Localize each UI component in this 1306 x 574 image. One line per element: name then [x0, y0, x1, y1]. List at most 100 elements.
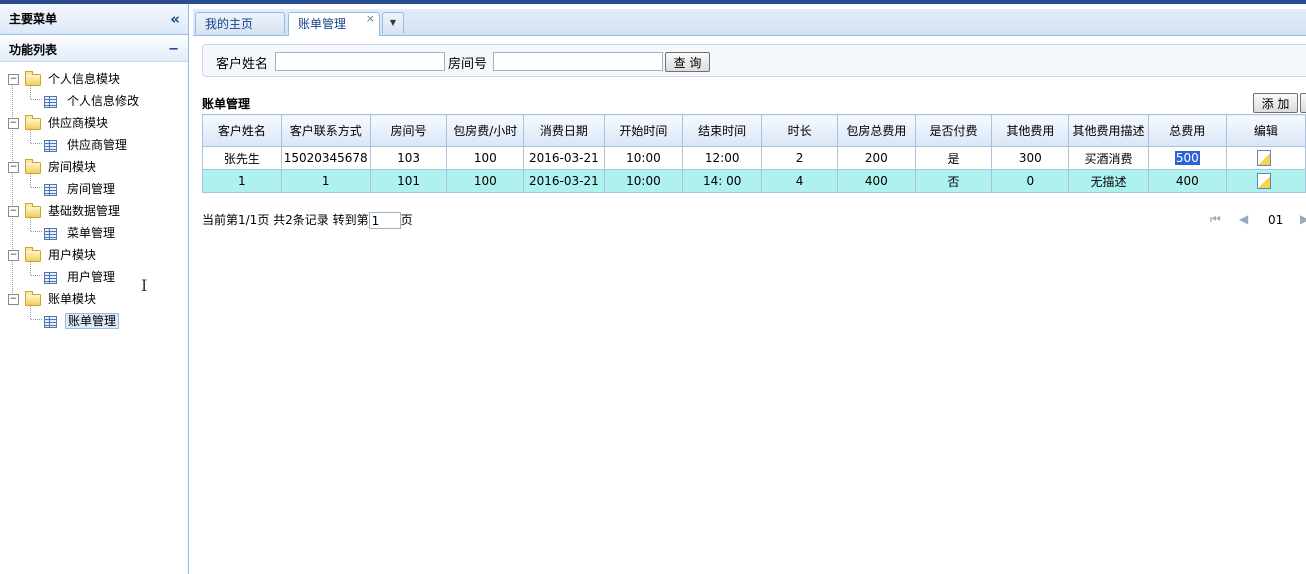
- collapse-icon[interactable]: «: [170, 4, 180, 34]
- highlighted-total: 500: [1174, 151, 1200, 165]
- tree-toggle-icon[interactable]: −: [8, 250, 19, 261]
- folder-icon: [25, 70, 41, 86]
- folder-icon: [25, 202, 41, 218]
- column-header[interactable]: 消费日期: [523, 114, 605, 147]
- table-row[interactable]: 张先生 15020345678 103 100 2016-03-21 10:00…: [202, 146, 1306, 170]
- prev-page-icon[interactable]: ◀: [1239, 212, 1248, 226]
- tree-item-label: 用户管理: [67, 270, 116, 284]
- table-cell: 4: [761, 169, 839, 193]
- tree-item-label: 菜单管理: [67, 226, 116, 240]
- tree-node-bill[interactable]: − 账单模块: [0, 288, 188, 310]
- column-header[interactable]: 其他费用: [991, 114, 1070, 147]
- table-row[interactable]: 1 1 101 100 2016-03-21 10:00 14: 00 4 40…: [202, 169, 1306, 193]
- customer-name-label: 客户姓名: [216, 57, 269, 72]
- edit-icon[interactable]: [1256, 173, 1271, 189]
- tree-toggle-icon[interactable]: −: [8, 162, 19, 173]
- toolbar-button[interactable]: [1300, 93, 1306, 113]
- room-number-label: 房间号: [448, 57, 488, 72]
- close-icon[interactable]: ×: [366, 8, 375, 30]
- text-cursor-icon: I: [141, 276, 148, 295]
- tree-node-personal-info[interactable]: − 个人信息模块: [0, 68, 188, 90]
- search-bar: 客户姓名 房间号 查 询: [202, 44, 1306, 77]
- tree-item-label: 房间管理: [67, 182, 116, 196]
- tab-label: 账单管理: [298, 17, 347, 31]
- tree-item-label: 账单管理: [65, 313, 120, 329]
- table-cell: 100: [446, 146, 525, 170]
- pager-info: 当前第1/1页 共2条记录 转到第 页: [202, 211, 413, 229]
- tree-toggle-icon[interactable]: −: [8, 118, 19, 129]
- tree-item-user-management[interactable]: 用户管理: [0, 266, 188, 288]
- tab-home[interactable]: 我的主页: [195, 12, 285, 34]
- tab-menu-dropdown-icon[interactable]: ▼: [382, 12, 404, 34]
- collapse-section-icon[interactable]: −: [168, 39, 179, 61]
- tree-toggle-icon[interactable]: −: [8, 74, 19, 85]
- tree-node-label: 用户模块: [48, 248, 97, 262]
- function-list-title: 功能列表: [9, 43, 58, 57]
- table-cell: 2016-03-21: [523, 169, 605, 193]
- room-number-input[interactable]: [493, 52, 663, 71]
- column-header[interactable]: 客户联系方式: [280, 114, 371, 147]
- table-cell: 300: [991, 146, 1070, 170]
- tree-item-label: 供应商管理: [67, 138, 128, 152]
- table-icon: [44, 183, 57, 196]
- column-header[interactable]: 总费用: [1147, 114, 1227, 147]
- column-header[interactable]: 包房费/小时: [446, 114, 525, 147]
- table-cell: 1: [280, 169, 371, 193]
- table-cell: 10:00: [603, 169, 684, 193]
- column-header[interactable]: 时长: [761, 114, 839, 147]
- add-button[interactable]: 添 加: [1253, 93, 1298, 113]
- tree-item-menu-management[interactable]: 菜单管理: [0, 222, 188, 244]
- edit-icon[interactable]: [1256, 150, 1271, 166]
- tree-node-user[interactable]: − 用户模块: [0, 244, 188, 266]
- tree-node-supplier[interactable]: − 供应商模块: [0, 112, 188, 134]
- tree-item-bill-management[interactable]: 账单管理: [0, 310, 188, 332]
- table-cell: 14: 00: [682, 169, 763, 193]
- tree-item-room-management[interactable]: 房间管理: [0, 178, 188, 200]
- first-page-icon[interactable]: ⏮: [1210, 212, 1221, 227]
- left-panel: 主要菜单 « 功能列表 − − 个人信息模块 个人信息修改 − 供应商模块 供应商管…: [0, 4, 189, 574]
- table-cell: 12:00: [682, 146, 763, 170]
- pager-prefix: 当前第1/1页 共2条记录 转到第: [202, 213, 369, 227]
- folder-icon: [25, 290, 41, 306]
- table-cell: 15020345678: [280, 146, 371, 170]
- table-icon: [44, 315, 57, 328]
- tree-node-base-data[interactable]: − 基础数据管理: [0, 200, 188, 222]
- tree-node-room[interactable]: − 房间模块: [0, 156, 188, 178]
- column-header[interactable]: 包房总费用: [837, 114, 916, 147]
- next-page-icon[interactable]: ▶: [1300, 212, 1306, 226]
- table-cell: 400: [837, 169, 916, 193]
- column-header[interactable]: 客户姓名: [202, 114, 282, 147]
- tree-toggle-icon[interactable]: −: [8, 206, 19, 217]
- tree-node-label: 账单模块: [48, 292, 97, 306]
- tree-node-label: 供应商模块: [48, 116, 109, 130]
- folder-icon: [25, 246, 41, 262]
- tree-toggle-icon[interactable]: −: [8, 294, 19, 305]
- tree-node-label: 基础数据管理: [48, 204, 121, 218]
- table-icon: [44, 271, 57, 284]
- pager-suffix: 页: [400, 213, 413, 227]
- column-header[interactable]: 开始时间: [603, 114, 684, 147]
- table-cell: 是: [914, 146, 993, 170]
- current-page-number: 01: [1268, 213, 1284, 227]
- tree-item-supplier-management[interactable]: 供应商管理: [0, 134, 188, 156]
- table-cell: 100: [446, 169, 525, 193]
- customer-name-input[interactable]: [275, 52, 445, 71]
- search-button[interactable]: 查 询: [665, 52, 710, 72]
- tree-node-label: 个人信息模块: [48, 72, 121, 86]
- column-header[interactable]: 结束时间: [682, 114, 763, 147]
- table-cell: 否: [914, 169, 993, 193]
- table-header-row: 客户姓名 客户联系方式 房间号 包房费/小时 消费日期 开始时间 结束时间 时长…: [202, 114, 1306, 147]
- function-list-header[interactable]: 功能列表 −: [0, 39, 188, 62]
- page-jump-input[interactable]: [368, 212, 401, 229]
- edit-cell: [1225, 169, 1306, 193]
- table-cell: 200: [837, 146, 916, 170]
- column-header[interactable]: 房间号: [369, 114, 448, 147]
- column-header[interactable]: 是否付费: [914, 114, 993, 147]
- column-header[interactable]: 编辑: [1225, 114, 1306, 147]
- column-header[interactable]: 其他费用描述: [1068, 114, 1149, 147]
- tab-bill-management[interactable]: 账单管理 ×: [288, 12, 380, 36]
- table-icon: [44, 139, 57, 152]
- table-cell: 1: [202, 169, 282, 193]
- tree-item-personal-info-edit[interactable]: 个人信息修改: [0, 90, 188, 112]
- panel-header: 主要菜单 «: [0, 4, 188, 35]
